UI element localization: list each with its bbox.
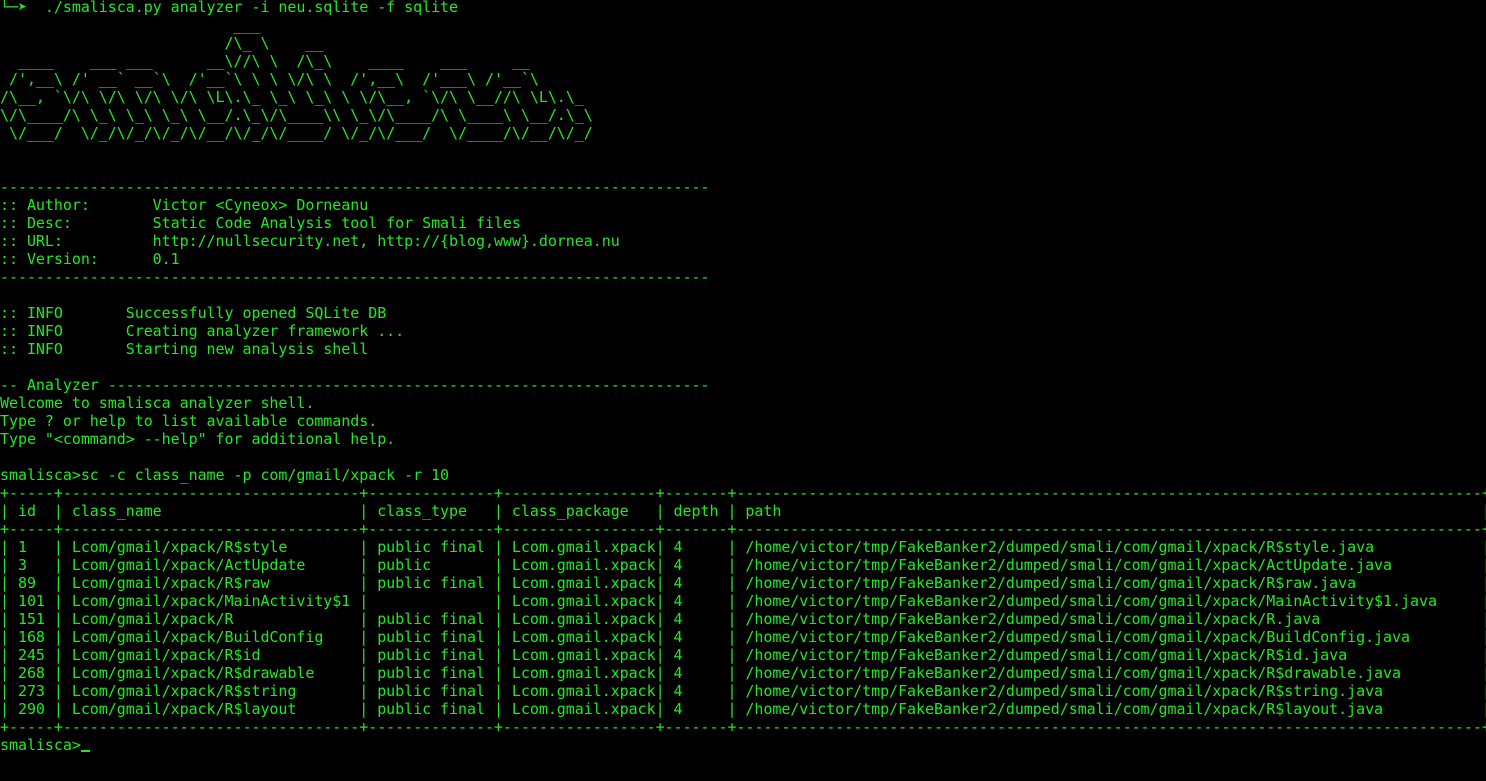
table-border: +-----+---------------------------------… bbox=[0, 484, 1486, 502]
terminal-window[interactable]: └─➤ ./smalisca.py analyzer -i neu.sqlite… bbox=[0, 0, 1486, 781]
welcome-line: Type ? or help to list available command… bbox=[0, 412, 378, 430]
table-row: | 273 | Lcom/gmail/xpack/R$string | publ… bbox=[0, 682, 1486, 700]
command-line: └─➤ ./smalisca.py analyzer -i neu.sqlite… bbox=[0, 0, 459, 16]
log-line: :: INFO Creating analyzer framework ... bbox=[0, 322, 405, 340]
table-row: | 3 | Lcom/gmail/xpack/ActUpdate | publi… bbox=[0, 556, 1486, 574]
command-entry: smalisca>sc -c class_name -p com/gmail/x… bbox=[0, 466, 1486, 484]
info-block: :: Author: Victor <Cyneox> Dorneanu:: De… bbox=[0, 196, 1486, 268]
ascii-banner: ___ /\_ \ __ ____ ___ ___ __\//\ \ /\_\ … bbox=[0, 16, 593, 142]
info-line: :: Version: 0.1 bbox=[0, 250, 180, 268]
input-line[interactable]: smalisca> bbox=[0, 736, 1486, 754]
table-row: | 168 | Lcom/gmail/xpack/BuildConfig | p… bbox=[0, 628, 1486, 646]
table-row: | 89 | Lcom/gmail/xpack/R$raw | public f… bbox=[0, 574, 1486, 592]
log-line: :: INFO Successfully opened SQLite DB bbox=[0, 304, 387, 322]
log-line: :: INFO Starting new analysis shell bbox=[0, 340, 369, 358]
shell-prompt: smalisca> bbox=[0, 736, 81, 754]
welcome-line: Type "<command> --help" for additional h… bbox=[0, 430, 396, 448]
log-block: :: INFO Successfully opened SQLite DB:: … bbox=[0, 304, 1486, 358]
table-row: | 101 | Lcom/gmail/xpack/MainActivity$1 … bbox=[0, 592, 1486, 610]
info-line: :: Desc: Static Code Analysis tool for S… bbox=[0, 214, 521, 232]
result-table: +-----+---------------------------------… bbox=[0, 484, 1486, 736]
shell-prompt: smalisca> bbox=[0, 466, 81, 484]
entered-command: sc -c class_name -p com/gmail/xpack -r 1… bbox=[80, 466, 450, 484]
table-border: +-----+---------------------------------… bbox=[0, 718, 1486, 736]
table-row: | 1 | Lcom/gmail/xpack/R$style | public … bbox=[0, 538, 1486, 556]
separator-top: ----------------------------------------… bbox=[0, 178, 710, 196]
table-row: | 268 | Lcom/gmail/xpack/R$drawable | pu… bbox=[0, 664, 1486, 682]
table-row: | 151 | Lcom/gmail/xpack/R | public fina… bbox=[0, 610, 1486, 628]
text-cursor[interactable] bbox=[80, 750, 90, 752]
info-line: :: Author: Victor <Cyneox> Dorneanu bbox=[0, 196, 369, 214]
analyzer-header: -- Analyzer ----------------------------… bbox=[0, 376, 710, 394]
separator-bottom: ----------------------------------------… bbox=[0, 268, 710, 286]
table-border: +-----+---------------------------------… bbox=[0, 520, 1486, 538]
welcome-line: Welcome to smalisca analyzer shell. bbox=[0, 394, 315, 412]
table-header-row: | id | class_name | class_type | class_p… bbox=[0, 502, 1486, 520]
table-row: | 245 | Lcom/gmail/xpack/R$id | public f… bbox=[0, 646, 1486, 664]
info-line: :: URL: http://nullsecurity.net, http://… bbox=[0, 232, 620, 250]
table-row: | 290 | Lcom/gmail/xpack/R$layout | publ… bbox=[0, 700, 1486, 718]
